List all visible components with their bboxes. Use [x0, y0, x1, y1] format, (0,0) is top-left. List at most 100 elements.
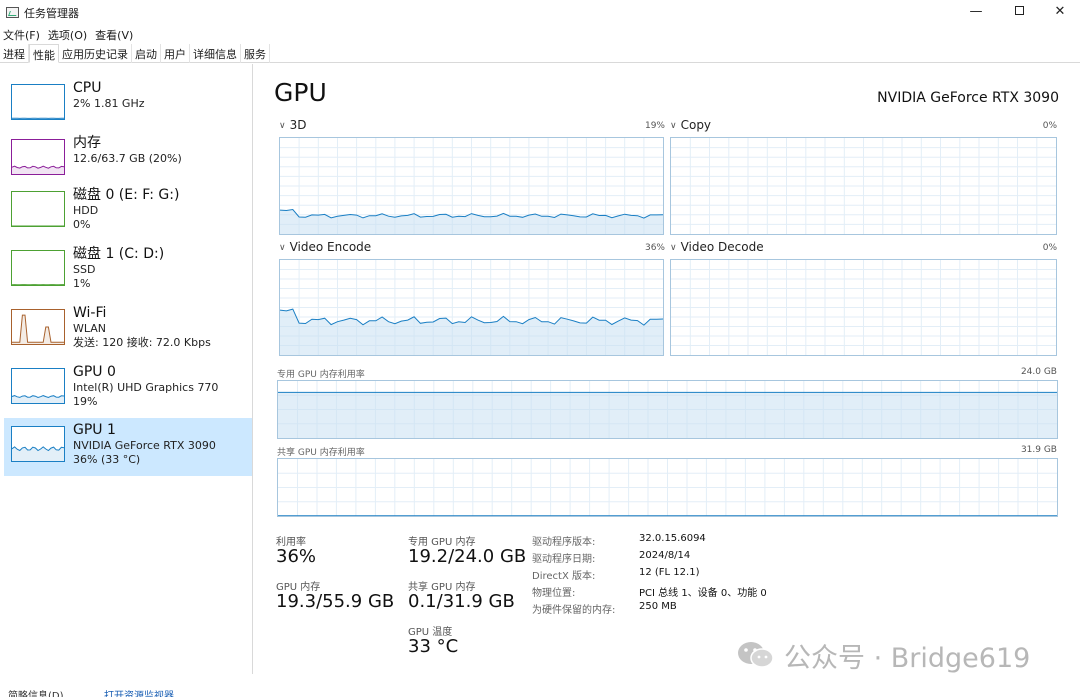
driver-date-label: 驱动程序日期: [532, 554, 596, 565]
engine-label: 3D [289, 118, 307, 132]
thumb-frame [11, 250, 65, 286]
disk0-thumbnail-graph [11, 191, 65, 227]
tab-performance[interactable]: 性能 [29, 44, 59, 63]
driver-version-value: 32.0.15.6094 [639, 533, 706, 544]
gpu1-thumbnail-graph [11, 426, 65, 462]
sidebar-item-detail: WLAN [73, 322, 107, 335]
minimize-button[interactable]: — [956, 0, 996, 24]
engine-video-encode-graph [279, 259, 664, 356]
fewer-details-link[interactable]: 简略信息(D) [8, 687, 64, 697]
gpu-memory-value: 19.3/55.9 GB [276, 591, 395, 612]
gpu-temperature-value: 33 °C [408, 636, 459, 657]
gpu0-thumbnail-graph [11, 368, 65, 404]
engine-label: Video Decode [680, 240, 764, 254]
sidebar-item-gpu-1[interactable]: GPU 1 NVIDIA GeForce RTX 3090 36% (33 °C… [4, 418, 252, 476]
engine-video-encode-percent: 36% [644, 243, 665, 253]
tab-details[interactable]: 详细信息 [190, 44, 241, 63]
sidebar-item-detail: SSD [73, 263, 96, 276]
shared-memory-stat-value: 0.1/31.9 GB [408, 591, 515, 612]
footer-bar: 简略信息(D) 打开资源监视器 [0, 683, 1080, 697]
cpu-thumbnail-graph [11, 84, 65, 120]
maximize-button[interactable] [999, 0, 1039, 24]
disk1-thumbnail-graph [11, 250, 65, 286]
directx-version-value: 12 (FL 12.1) [639, 567, 700, 578]
sidebar-item-gpu-0[interactable]: GPU 0 Intel(R) UHD Graphics 770 19% [4, 362, 252, 420]
tab-services[interactable]: 服务 [241, 44, 270, 63]
tab-bar: 进程 性能 应用历史记录 启动 用户 详细信息 服务 [0, 44, 1080, 63]
sidebar-item-detail: HDD [73, 204, 99, 217]
tab-startup[interactable]: 启动 [132, 44, 161, 63]
utilization-value: 36% [276, 546, 317, 567]
shared-memory-graph [277, 458, 1058, 517]
reserved-memory-label: 为硬件保留的内存: [532, 605, 616, 616]
engine-video-decode-percent: 0% [1042, 243, 1057, 253]
gpu-device-name: NVIDIA GeForce RTX 3090 [877, 90, 1059, 106]
watermark-text: 公众号 · Bridge619 [784, 642, 1031, 674]
reserved-memory-value: 250 MB [639, 601, 677, 612]
engine-video-encode-selector[interactable]: ∨ Video Encode [279, 240, 371, 254]
engine-3d-selector[interactable]: ∨ 3D [279, 118, 306, 132]
engine-copy-percent: 0% [1042, 121, 1057, 131]
engine-label: Copy [680, 118, 712, 132]
dedicated-memory-graph [277, 380, 1058, 439]
memory-thumbnail-graph [11, 139, 65, 175]
shared-memory-label: 共享 GPU 内存利用率 [277, 448, 365, 458]
engine-3d-graph [279, 137, 664, 235]
memory-usage-area [278, 392, 1057, 438]
sidebar-item-cpu[interactable]: CPU 2% 1.81 GHz [4, 78, 252, 136]
sidebar-item-title: Wi-Fi [73, 305, 107, 321]
engine-video-decode-selector[interactable]: ∨ Video Decode [670, 240, 764, 254]
task-manager-icon [6, 7, 19, 18]
open-resource-monitor-link[interactable]: 打开资源监视器 [104, 687, 174, 697]
thumb-frame [11, 191, 65, 227]
engine-copy-selector[interactable]: ∨ Copy [670, 118, 711, 132]
sidebar-item-detail: 2% 1.81 GHz [73, 97, 145, 110]
close-button[interactable]: ✕ [1040, 0, 1080, 24]
dedicated-memory-stat-value: 19.2/24.0 GB [408, 546, 527, 567]
driver-version-label: 驱动程序版本: [532, 537, 596, 548]
sidebar-item-disk-1[interactable]: 磁盘 1 (C: D:) SSD 1% [4, 244, 252, 302]
sidebar-item-detail: 12.6/63.7 GB (20%) [73, 152, 182, 165]
page-title: GPU [274, 78, 327, 107]
sidebar-item-detail: 36% (33 °C) [73, 453, 141, 466]
tab-processes[interactable]: 进程 [0, 44, 29, 63]
directx-version-label: DirectX 版本: [532, 571, 596, 582]
wifi-thumbnail-graph [11, 309, 65, 345]
menu-file[interactable]: 文件(F) [0, 24, 43, 44]
sidebar-item-title: 内存 [73, 135, 101, 151]
engine-3d-percent: 19% [644, 121, 665, 131]
menu-bar: 文件(F) 选项(O) 查看(V) [0, 24, 138, 44]
chevron-down-icon: ∨ [279, 243, 286, 253]
sidebar-item-detail: 19% [73, 395, 98, 408]
watermark: 公众号 · Bridge619 [736, 637, 1031, 674]
menu-view[interactable]: 查看(V) [92, 24, 136, 44]
physical-location-value: PCI 总线 1、设备 0、功能 0 [639, 588, 767, 599]
performance-sidebar: CPU 2% 1.81 GHz 内存 12.6/63.7 GB (20%) 磁盘… [0, 64, 253, 674]
sidebar-item-disk-0[interactable]: 磁盘 0 (E: F: G:) HDD 0% [4, 185, 252, 243]
dedicated-memory-max: 24.0 GB [1020, 367, 1057, 377]
sidebar-item-title: 磁盘 0 (E: F: G:) [73, 187, 180, 203]
chevron-down-icon: ∨ [279, 121, 286, 131]
sidebar-item-title: 磁盘 1 (C: D:) [73, 246, 165, 262]
sidebar-item-title: GPU 1 [73, 422, 116, 438]
sidebar-item-title: CPU [73, 80, 102, 96]
sidebar-item-detail: 0% [73, 218, 91, 231]
sidebar-item-detail: NVIDIA GeForce RTX 3090 [73, 439, 216, 452]
dedicated-memory-label: 专用 GPU 内存利用率 [277, 370, 365, 380]
sidebar-item-memory[interactable]: 内存 12.6/63.7 GB (20%) [4, 133, 252, 191]
tab-users[interactable]: 用户 [161, 44, 190, 63]
sidebar-item-wifi[interactable]: Wi-Fi WLAN 发送: 120 接收: 72.0 Kbps [4, 303, 252, 361]
shared-memory-max: 31.9 GB [1020, 445, 1057, 455]
wechat-logo-icon [736, 640, 776, 670]
thumb-frame [11, 309, 65, 345]
engine-copy-graph [670, 137, 1057, 235]
tab-app-history[interactable]: 应用历史记录 [59, 44, 132, 63]
sidebar-item-detail: 1% [73, 277, 91, 290]
sidebar-item-detail: 发送: 120 接收: 72.0 Kbps [73, 336, 211, 349]
menu-options[interactable]: 选项(O) [45, 24, 90, 44]
maximize-icon [1014, 6, 1024, 15]
driver-date-value: 2024/8/14 [639, 550, 691, 561]
physical-location-label: 物理位置: [532, 588, 576, 599]
engine-label: Video Encode [289, 240, 372, 254]
chevron-down-icon: ∨ [670, 121, 677, 131]
